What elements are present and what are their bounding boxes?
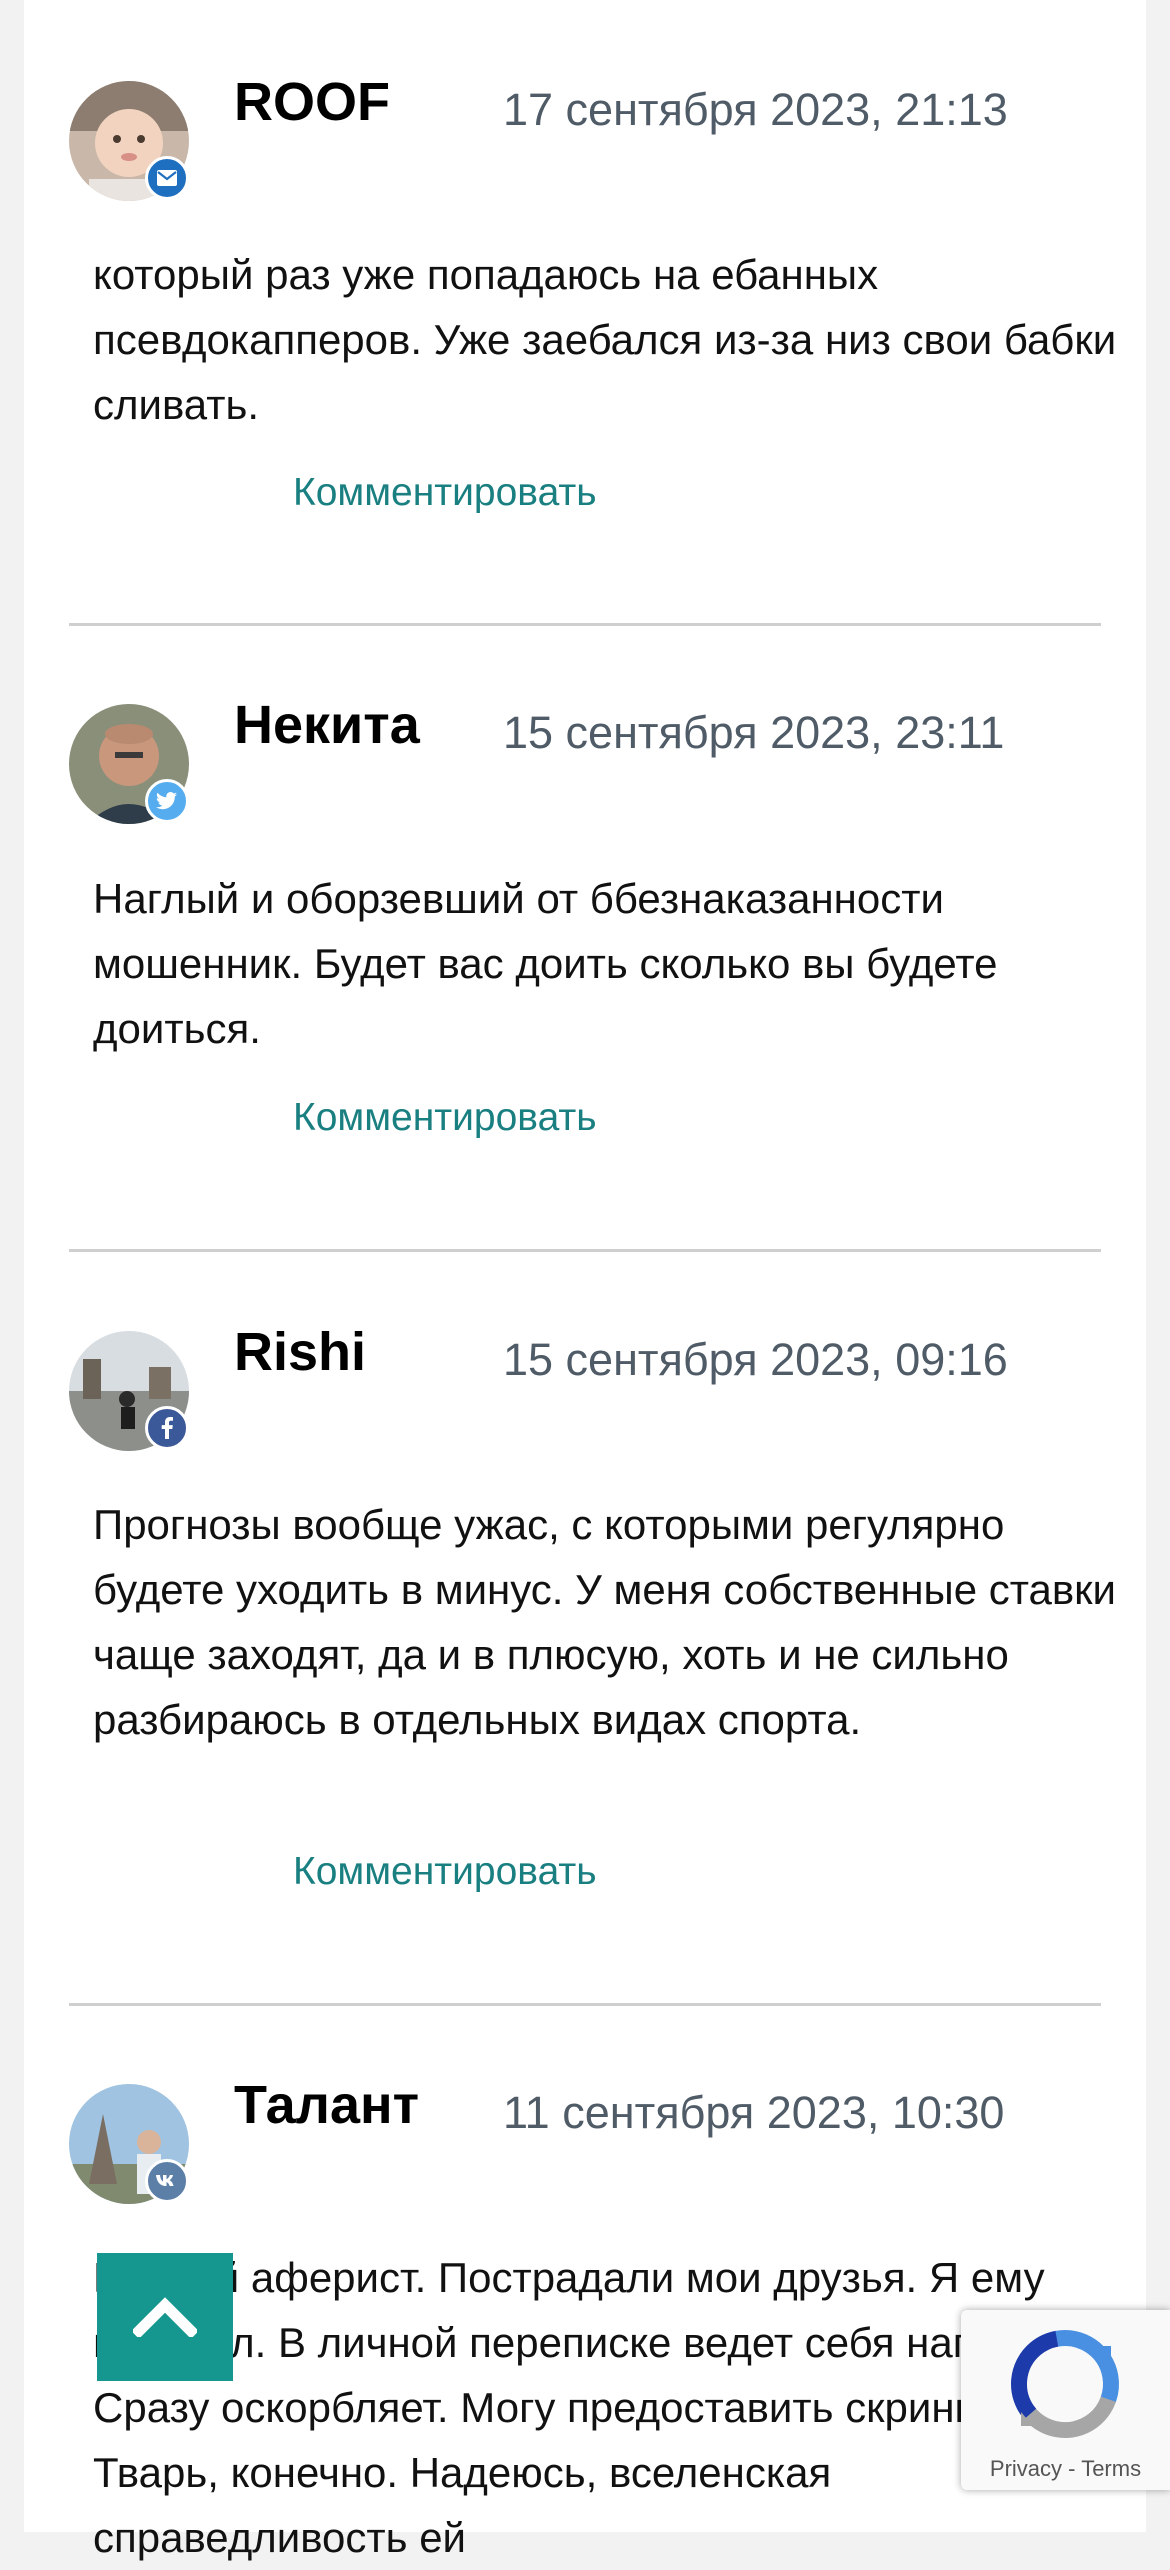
facebook-icon	[145, 1406, 189, 1450]
vk-icon	[145, 2159, 189, 2203]
comment-reply-link[interactable]: Комментировать	[293, 471, 597, 515]
comments-card: ROOF 17 сентября 2023, 21:13 который раз…	[24, 0, 1146, 2561]
comment-divider	[69, 2003, 1101, 2006]
recaptcha-separator: -	[1062, 2456, 1082, 2481]
chevron-up-icon	[133, 2297, 197, 2337]
comment-date: 15 сентября 2023, 23:11	[503, 707, 1005, 758]
recaptcha-privacy-link[interactable]: Privacy	[990, 2456, 1062, 2481]
comment-text: Наглый и оборзевший от ббезнаказанности …	[93, 875, 998, 1052]
comment-divider	[69, 623, 1101, 626]
recaptcha-terms-link[interactable]: Terms	[1081, 2456, 1141, 2481]
recaptcha-badge[interactable]: Privacy - Terms	[961, 2310, 1170, 2490]
recaptcha-icon	[1011, 2330, 1119, 2438]
twitter-icon	[145, 779, 189, 823]
comment-text: Прогнозы вообще ужас, с которыми регуляр…	[93, 1501, 1117, 1743]
comment-reply-link[interactable]: Комментировать	[293, 1850, 597, 1894]
comment-text: который раз уже попадаюсь на ебанных псе…	[93, 251, 1117, 428]
comment-author: Талант	[234, 2075, 420, 2135]
comment-date: 17 сентября 2023, 21:13	[503, 84, 1008, 135]
recaptcha-links: Privacy - Terms	[961, 2456, 1170, 2482]
comment-author: ROOF	[234, 72, 390, 132]
comment-divider	[69, 1249, 1101, 1252]
comment-author: Некита	[234, 695, 420, 755]
mail-icon	[145, 156, 189, 200]
comment-reply-link[interactable]: Комментировать	[293, 1096, 597, 1140]
comment-date: 15 сентября 2023, 09:16	[503, 1334, 1008, 1385]
comment-author: Rishi	[234, 1322, 367, 1382]
scroll-to-top-button[interactable]	[97, 2253, 233, 2381]
comment-date: 11 сентября 2023, 10:30	[503, 2087, 1005, 2138]
